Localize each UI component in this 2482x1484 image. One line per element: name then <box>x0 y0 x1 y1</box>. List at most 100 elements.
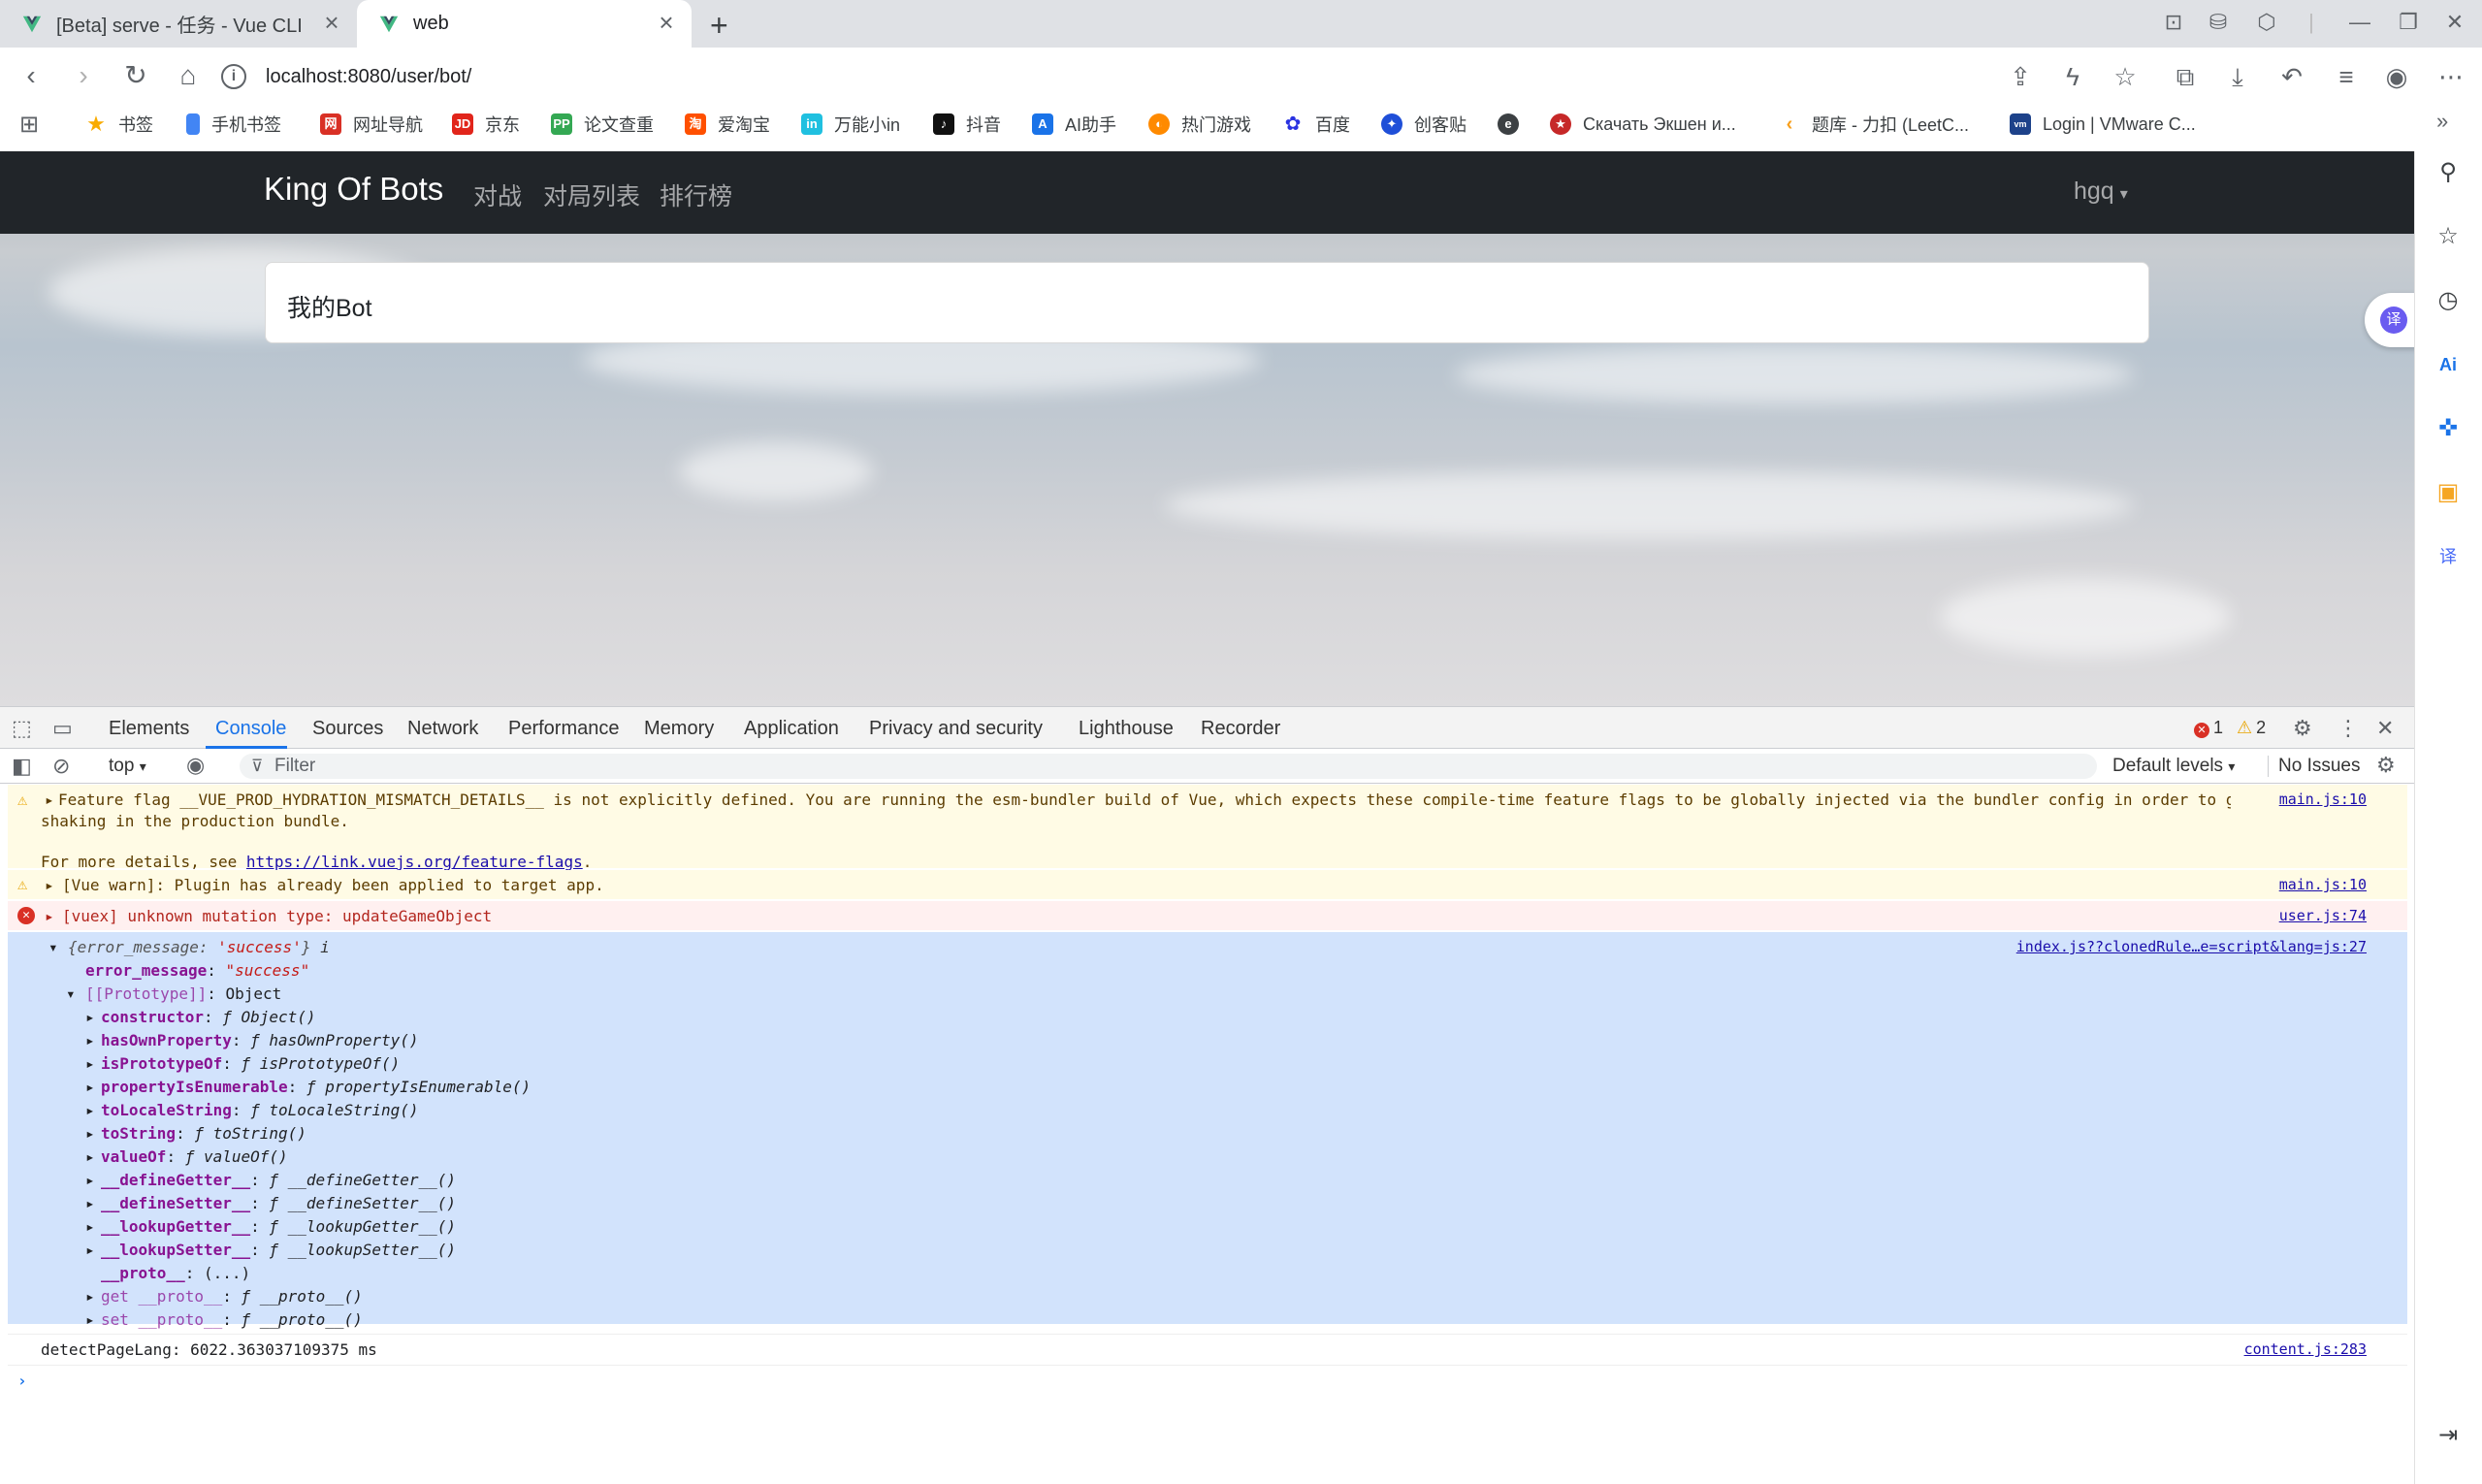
bookmark-item[interactable]: in 万能小in <box>801 111 900 138</box>
nav-link-ranklist[interactable]: 排行榜 <box>660 177 732 212</box>
close-devtools-icon[interactable]: ✕ <box>2376 716 2394 741</box>
gamepad-icon[interactable]: ✜ <box>2433 413 2464 444</box>
inspect-element-icon[interactable]: ⬚ <box>12 716 32 741</box>
prototype-entry[interactable]: __lookupSetter__: ƒ __lookupSetter__() <box>101 1241 456 1259</box>
toolbox-icon[interactable]: ▣ <box>2433 477 2464 508</box>
source-link[interactable]: main.js:10 <box>2279 876 2367 893</box>
tab-vue-cli[interactable]: [Beta] serve - 任务 - Vue CLI × <box>0 0 357 48</box>
bookmark-item[interactable]: 手机书签 <box>186 111 281 138</box>
live-expression-eye-icon[interactable]: ◉ <box>186 753 205 778</box>
favorite-star-icon[interactable]: ☆ <box>2109 60 2142 93</box>
minimize-icon[interactable]: — <box>2345 10 2374 35</box>
tab-web[interactable]: web × <box>357 0 692 48</box>
prototype-entry[interactable]: toLocaleString: ƒ toLocaleString() <box>101 1101 419 1119</box>
prototype-entry[interactable]: __proto__: (...) <box>101 1264 250 1282</box>
expand-arrow-icon[interactable]: ▸ <box>85 1147 95 1166</box>
bookmark-item[interactable]: ★ Скачать Экшен и... <box>1550 111 1736 138</box>
prototype-entry[interactable]: propertyIsEnumerable: ƒ propertyIsEnumer… <box>101 1078 531 1096</box>
site-info-icon[interactable]: i <box>221 64 246 89</box>
device-toolbar-icon[interactable]: ▭ <box>52 716 73 741</box>
tab-network[interactable]: Network <box>407 718 478 740</box>
tab-performance[interactable]: Performance <box>508 718 620 740</box>
lightning-icon[interactable]: ϟ <box>2056 60 2089 93</box>
more-menu-icon[interactable]: ⋯ <box>2434 60 2467 93</box>
expand-arrow-icon[interactable]: ▸ <box>45 790 54 809</box>
tab-memory[interactable]: Memory <box>644 718 714 740</box>
translate-button[interactable]: 译 <box>2365 293 2414 347</box>
prototype-row[interactable]: [[Prototype]]: Object <box>85 984 281 1003</box>
close-window-icon[interactable]: ✕ <box>2440 10 2469 35</box>
prototype-entry[interactable]: toString: ƒ toString() <box>101 1124 306 1143</box>
source-link[interactable]: index.js??clonedRule…e=script&lang=js:27 <box>2016 938 2367 955</box>
bookmark-item[interactable]: ‹ 题库 - 力扣 (LeetC... <box>1779 111 1969 138</box>
console-filter-input[interactable]: Filter <box>240 754 2097 779</box>
bookmark-item[interactable]: 网网址导航 <box>320 111 423 138</box>
expand-arrow-icon[interactable]: ▸ <box>85 1194 95 1212</box>
share-icon[interactable]: ⇪ <box>2004 60 2037 93</box>
tab-search-icon[interactable]: ⊡ <box>2159 10 2188 35</box>
history-icon[interactable]: ◷ <box>2433 285 2464 316</box>
prototype-entry[interactable]: hasOwnProperty: ƒ hasOwnProperty() <box>101 1031 419 1049</box>
prototype-entry[interactable]: isPrototypeOf: ƒ isPrototypeOf() <box>101 1054 400 1073</box>
tab-elements[interactable]: Elements <box>109 718 189 740</box>
expand-arrow-icon[interactable]: ▸ <box>85 1101 95 1119</box>
url-input[interactable]: i localhost:8080/user/bot/ <box>221 58 1986 95</box>
bookmark-item[interactable]: PP 论文查重 <box>551 111 654 138</box>
bookmark-item[interactable]: ★ 书签 <box>85 111 153 138</box>
expand-arrow-icon[interactable]: ▸ <box>85 1078 95 1096</box>
prototype-entry[interactable]: valueOf: ƒ valueOf() <box>101 1147 288 1166</box>
collections-icon[interactable]: ⛁ <box>2204 10 2233 35</box>
reading-list-icon[interactable]: ≡ <box>2330 60 2363 93</box>
clear-console-icon[interactable]: ⊘ <box>52 754 70 779</box>
source-link[interactable]: content.js:283 <box>2244 1340 2367 1358</box>
bookmark-item[interactable]: A AI助手 <box>1032 111 1116 138</box>
settings-gear-icon[interactable]: ⚙ <box>2293 716 2312 741</box>
expand-arrow-icon[interactable]: ▸ <box>85 1124 95 1143</box>
search-icon[interactable]: ⚲ <box>2433 157 2464 188</box>
download-icon[interactable]: ⤓ <box>2221 60 2254 93</box>
expand-arrow-icon[interactable]: ▸ <box>85 1241 95 1259</box>
nav-link-records[interactable]: 对局列表 <box>543 177 640 212</box>
prototype-entry[interactable]: __defineSetter__: ƒ __defineSetter__() <box>101 1194 456 1212</box>
prototype-entry[interactable]: set __proto__: ƒ __proto__() <box>101 1310 363 1329</box>
close-tab-icon[interactable]: × <box>655 10 678 35</box>
bookmark-item[interactable]: e <box>1498 111 1531 138</box>
context-select[interactable]: top ▾ <box>109 756 146 777</box>
reload-icon[interactable]: ↻ <box>118 58 153 93</box>
expand-arrow-icon[interactable]: ▸ <box>85 1054 95 1073</box>
close-tab-icon[interactable]: × <box>320 10 343 35</box>
feature-flags-link[interactable]: https://link.vuejs.org/feature-flags <box>246 853 583 871</box>
prototype-entry[interactable]: constructor: ƒ Object() <box>101 1008 316 1026</box>
prototype-entry[interactable]: __defineGetter__: ƒ __defineGetter__() <box>101 1171 456 1189</box>
devtools-more-icon[interactable]: ⋮ <box>2337 716 2359 741</box>
expand-arrow-icon[interactable]: ▸ <box>85 1171 95 1189</box>
expand-arrow-icon[interactable]: ▸ <box>85 1031 95 1049</box>
undo-menu-icon[interactable]: ↶ <box>2275 60 2308 93</box>
expand-arrow-icon[interactable]: ▸ <box>85 1008 95 1026</box>
prototype-entry[interactable]: get __proto__: ƒ __proto__() <box>101 1287 363 1306</box>
brand-link[interactable]: King Of Bots <box>264 171 443 208</box>
expand-arrow-icon[interactable]: ▸ <box>45 907 54 925</box>
tab-application[interactable]: Application <box>744 718 839 740</box>
expand-arrow-icon[interactable]: ▸ <box>45 876 54 894</box>
tab-sources[interactable]: Sources <box>312 718 383 740</box>
source-link[interactable]: user.js:74 <box>2279 907 2367 924</box>
bookmark-item[interactable]: JD 京东 <box>452 111 520 138</box>
console-prompt[interactable]: › <box>8 1365 2407 1394</box>
source-link[interactable]: main.js:10 <box>2279 790 2367 808</box>
error-counter[interactable]: ✕ 1 ⚠ 2 <box>2194 718 2266 738</box>
bookmark-item[interactable]: ◐ 热门游戏 <box>1148 111 1251 138</box>
collapse-sidebar-icon[interactable]: ⇥ <box>2433 1420 2464 1451</box>
user-dropdown[interactable]: hgq ▾ <box>2074 177 2128 206</box>
translate-sidebar-icon[interactable]: 译 <box>2433 541 2464 572</box>
apps-grid-icon[interactable]: ⊞ <box>19 111 39 138</box>
expand-arrow-icon[interactable]: ▸ <box>85 1310 95 1329</box>
tab-privacy-security[interactable]: Privacy and security <box>869 718 1043 740</box>
forward-icon[interactable]: › <box>66 58 101 93</box>
issues-counter[interactable]: No Issues <box>2268 756 2360 777</box>
back-icon[interactable]: ‹ <box>14 58 48 93</box>
nav-link-battle[interactable]: 对战 <box>473 177 522 212</box>
tab-recorder[interactable]: Recorder <box>1201 718 1280 740</box>
tab-lighthouse[interactable]: Lighthouse <box>1079 718 1174 740</box>
favorites-icon[interactable]: ☆ <box>2433 221 2464 252</box>
